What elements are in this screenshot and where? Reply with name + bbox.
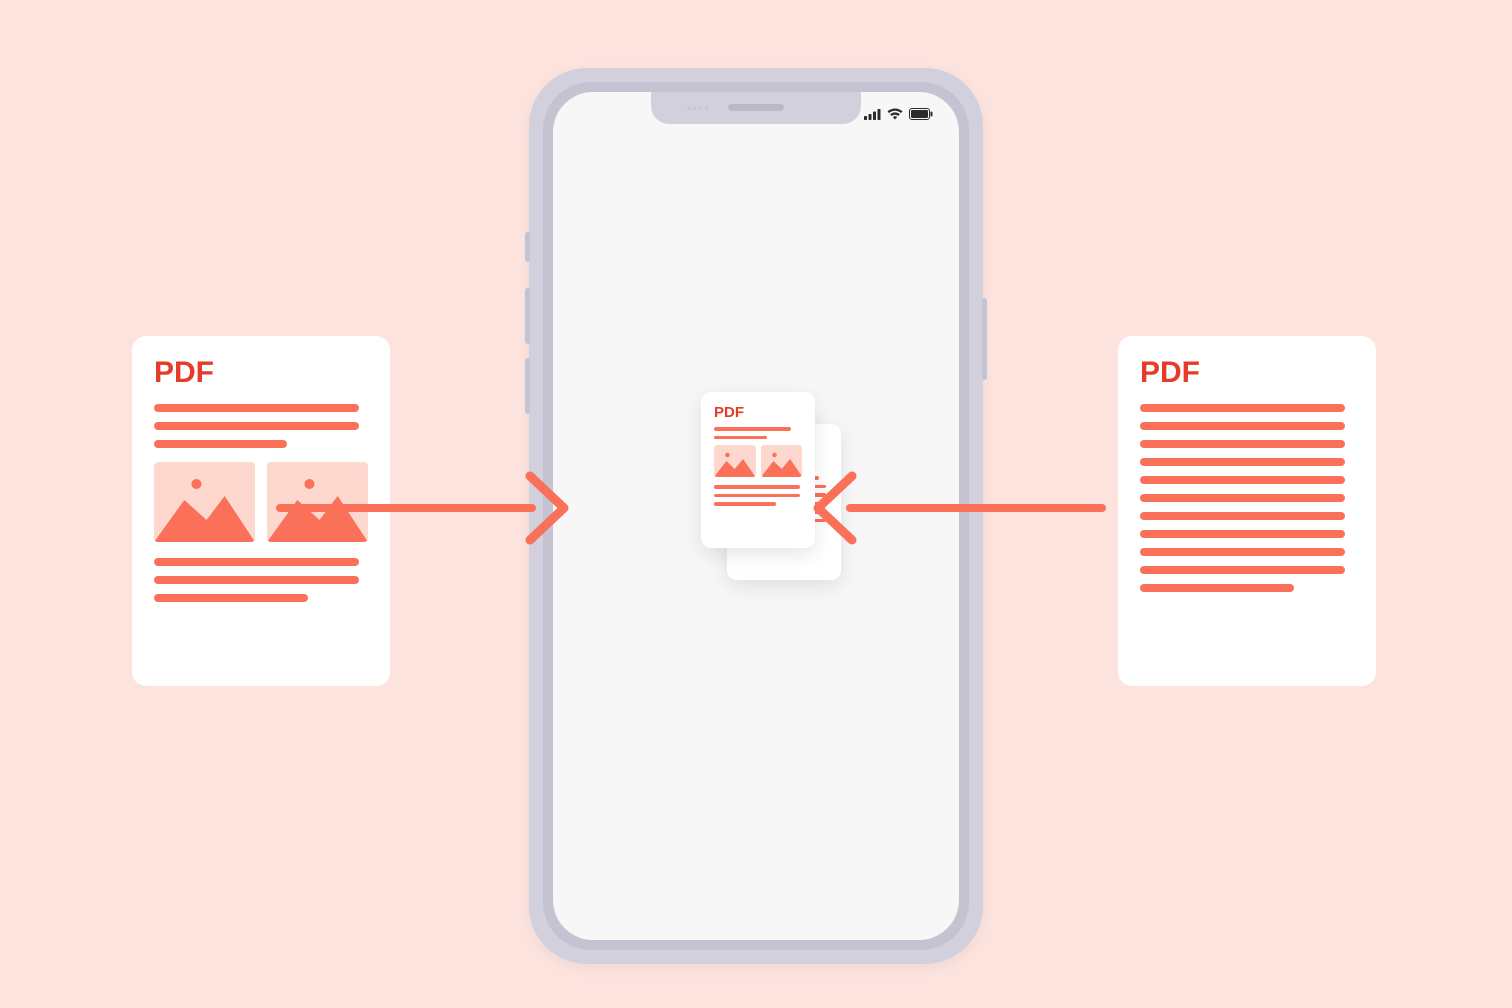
phone-mockup: PDF [529, 68, 983, 964]
image-thumbnail-icon [267, 462, 368, 542]
phone-side-button [982, 298, 987, 380]
battery-icon [909, 108, 933, 120]
signal-icon [864, 109, 881, 120]
arrow-right-icon [276, 504, 566, 512]
image-thumbnail-icon [761, 445, 803, 477]
phone-notch [651, 92, 861, 124]
phone-side-button [525, 358, 530, 414]
pdf-label: PDF [714, 404, 802, 421]
pdf-label: PDF [1140, 356, 1354, 390]
image-thumbnail-icon [714, 445, 756, 477]
wifi-icon [887, 108, 903, 120]
status-bar [864, 108, 933, 120]
phone-screen: PDF [553, 92, 959, 940]
phone-side-button [525, 288, 530, 344]
image-thumbnail-icon [154, 462, 255, 542]
pdf-card-front: PDF [701, 392, 815, 548]
pdf-document-right: PDF [1118, 336, 1376, 686]
pdf-label: PDF [154, 356, 368, 390]
phone-side-button [525, 232, 530, 262]
arrow-left-icon [816, 504, 1106, 512]
